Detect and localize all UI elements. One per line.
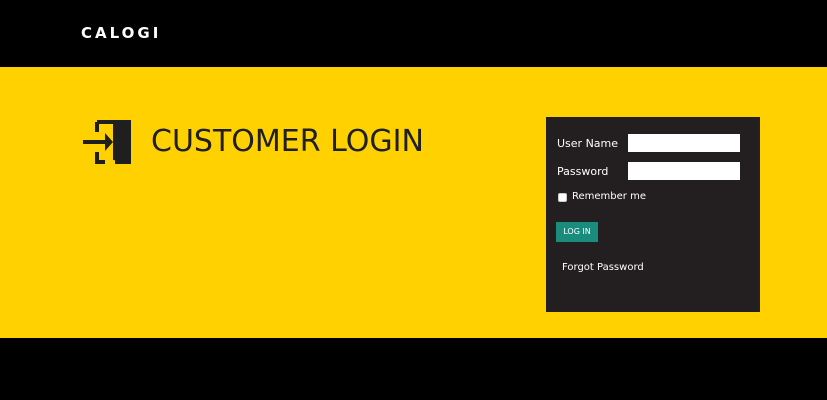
top-bar: CALOGI <box>0 0 827 67</box>
username-label: User Name <box>557 137 619 150</box>
calogi-logo[interactable]: CALOGI <box>81 24 161 42</box>
remember-me-checkbox[interactable] <box>558 192 567 202</box>
username-input[interactable] <box>628 134 740 152</box>
bottom-bar <box>0 338 827 400</box>
remember-me-label[interactable]: Remember me <box>572 191 646 203</box>
page-title: CUSTOMER LOGIN <box>151 124 424 159</box>
password-label: Password <box>557 165 609 178</box>
page: CALOGI CUSTOMER LOGIN User Name Password <box>0 0 827 400</box>
page-heading: CUSTOMER LOGIN <box>83 120 424 164</box>
forgot-password-link[interactable]: Forgot Password <box>562 262 644 274</box>
password-input[interactable] <box>628 162 740 180</box>
login-panel: User Name Password Remember me LOG IN Fo… <box>546 117 760 312</box>
remember-me-row: Remember me <box>558 191 646 203</box>
sign-in-icon <box>83 120 131 164</box>
login-button[interactable]: LOG IN <box>556 222 598 242</box>
